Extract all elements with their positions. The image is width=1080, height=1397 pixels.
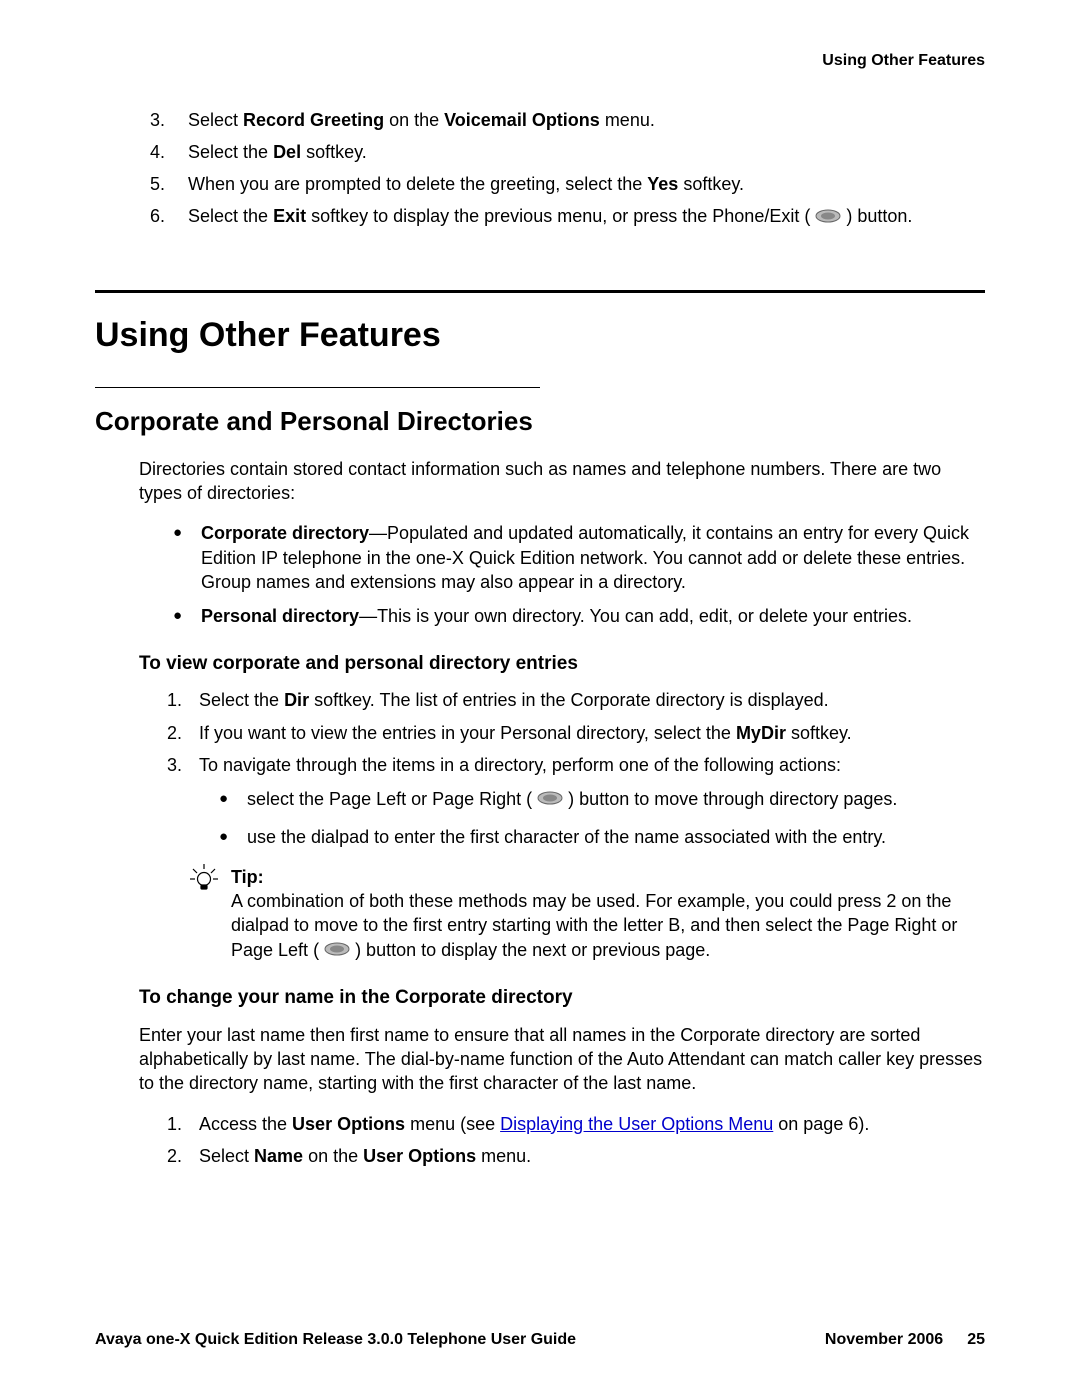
change-name-paragraph: Enter your last name then first name to … (95, 1023, 985, 1096)
step-4: 4. Select the Del softkey. (150, 140, 985, 164)
intro-paragraph: Directories contain stored contact infor… (95, 457, 985, 506)
view-step-2: 2. If you want to view the entries in yo… (167, 721, 985, 745)
navigate-actions-list: select the Page Left or Page Right ( ) b… (199, 787, 985, 849)
step-3: 3. Select Record Greeting on the Voicema… (150, 108, 985, 132)
bullet-personal-directory: Personal directory—This is your own dire… (173, 604, 985, 628)
step-5: 5. When you are prompted to delete the g… (150, 172, 985, 196)
page-header: Using Other Features (95, 50, 985, 72)
page-button-icon (324, 938, 350, 962)
change-step-2: 2. Select Name on the User Options menu. (167, 1144, 985, 1168)
change-step-1: 1. Access the User Options menu (see Dis… (167, 1112, 985, 1136)
continued-steps-list: 3. Select Record Greeting on the Voicema… (95, 108, 985, 230)
step-6: 6. Select the Exit softkey to display th… (150, 204, 985, 229)
footer-page-number: 25 (967, 1329, 985, 1351)
view-step-1: 1. Select the Dir softkey. The list of e… (167, 688, 985, 712)
tip-block: Tip: A combination of both these methods… (95, 865, 985, 963)
footer-date: November 2006 (825, 1329, 943, 1351)
section-rule-thick (95, 290, 985, 293)
header-text: Using Other Features (822, 52, 985, 69)
change-name-steps-list: 1. Access the User Options menu (see Dis… (95, 1112, 985, 1169)
heading-change-name: To change your name in the Corporate dir… (95, 985, 985, 1011)
view-steps-list: 1. Select the Dir softkey. The list of e… (95, 688, 985, 849)
navigate-action-page: select the Page Left or Page Right ( ) b… (219, 787, 985, 812)
tip-label: Tip: (231, 867, 264, 887)
page-footer: Avaya one-X Quick Edition Release 3.0.0 … (95, 1329, 985, 1351)
section-rule-thin (95, 387, 540, 388)
navigate-action-dialpad: use the dialpad to enter the first chara… (219, 825, 985, 849)
bullet-corporate-directory: Corporate directory—Populated and update… (173, 521, 985, 594)
view-step-3: 3. To navigate through the items in a di… (167, 753, 985, 849)
footer-title: Avaya one-X Quick Edition Release 3.0.0 … (95, 1329, 576, 1351)
tip-lightbulb-icon (187, 861, 223, 897)
heading-using-other-features: Using Other Features (95, 313, 985, 359)
link-user-options-menu[interactable]: Displaying the User Options Menu (500, 1114, 773, 1134)
page-button-icon (537, 787, 563, 811)
heading-corporate-personal-directories: Corporate and Personal Directories (95, 404, 985, 439)
phone-exit-button-icon (815, 205, 841, 229)
heading-view-directory-entries: To view corporate and personal directory… (95, 651, 985, 677)
directory-types-list: Corporate directory—Populated and update… (95, 521, 985, 628)
tip-content: Tip: A combination of both these methods… (231, 865, 985, 963)
